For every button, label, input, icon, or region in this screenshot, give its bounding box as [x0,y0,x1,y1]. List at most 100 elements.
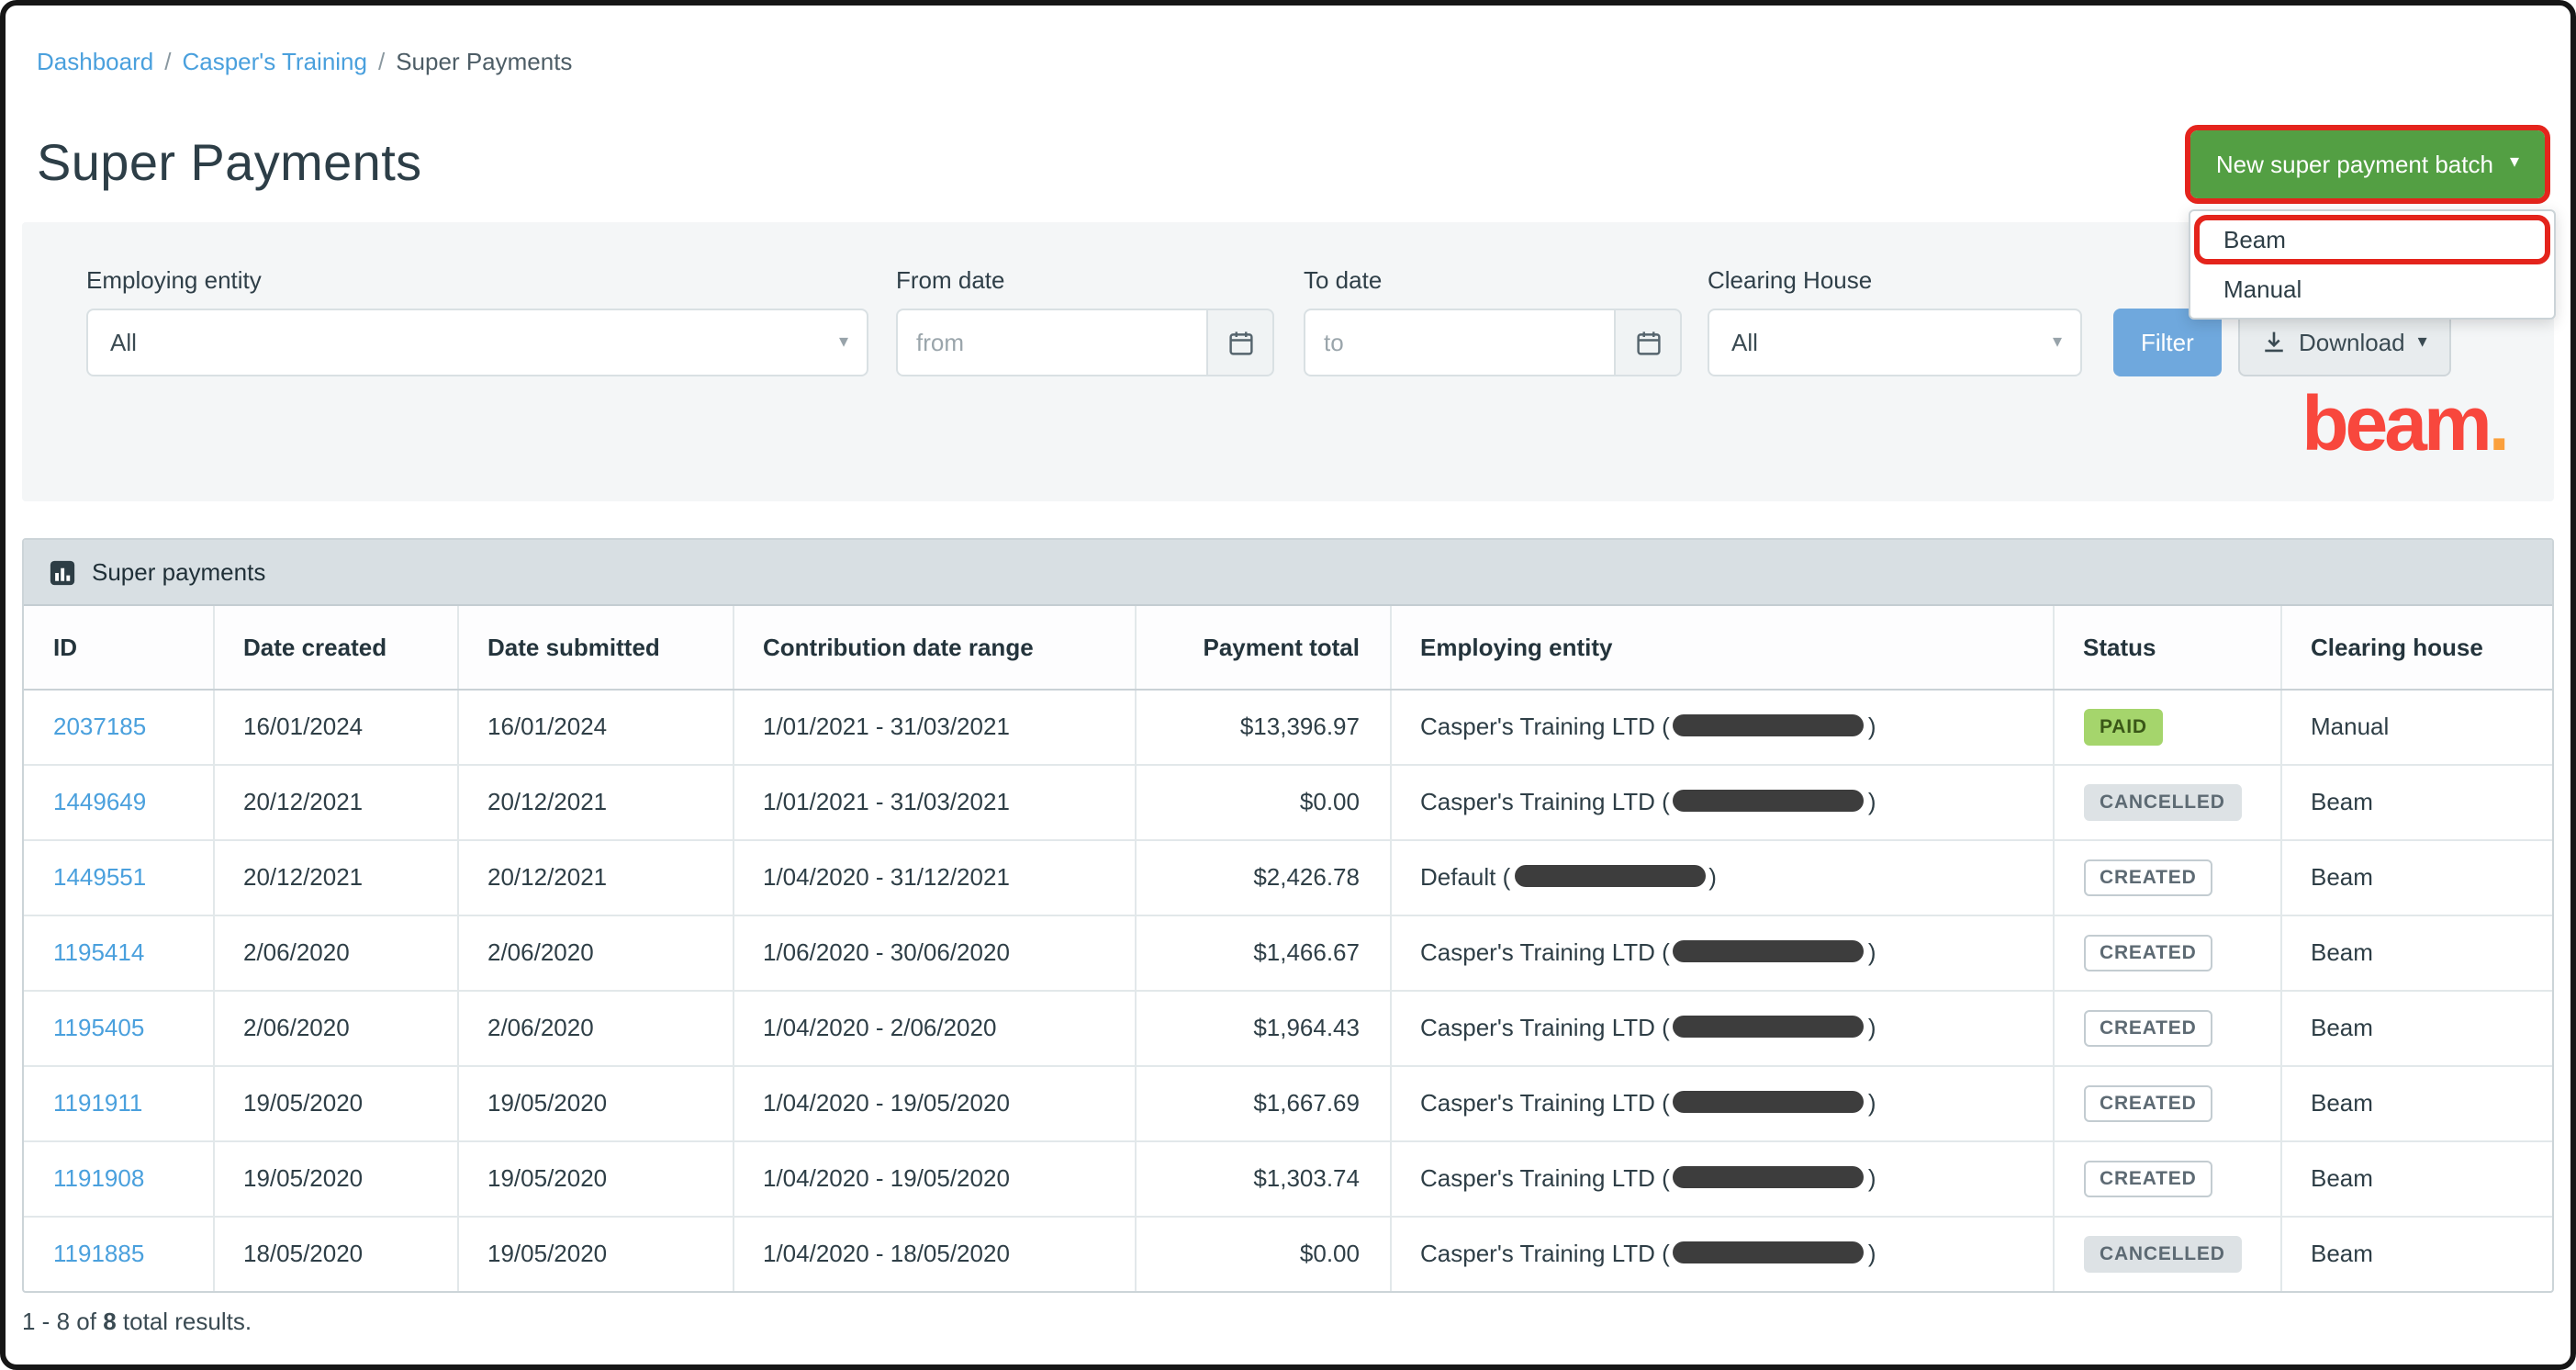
employing-entity-value: All [110,329,137,356]
status-badge: CANCELLED [2083,1236,2242,1273]
entity-text: Casper's Training LTD ( [1420,938,1670,966]
cell-clearing-house: Beam [2280,764,2552,839]
to-date-label: To date [1304,266,1382,294]
bar-chart-icon [50,559,75,585]
status-badge: CREATED [2083,1009,2213,1046]
cell-date-submitted: 20/12/2021 [457,764,733,839]
download-button[interactable]: Download ▾ [2238,309,2451,376]
payment-id-link[interactable]: 1195405 [53,1014,144,1041]
payment-id-link[interactable]: 2037185 [53,713,146,740]
cell-date-created: 16/01/2024 [213,689,457,764]
table-header-row: ID Date created Date submitted Contribut… [24,606,2552,689]
col-header-id: ID [24,606,213,689]
cell-contribution-range: 1/04/2020 - 19/05/2020 [733,1065,1135,1140]
breadcrumb-current: Super Payments [396,48,572,75]
redaction-bar [1674,1242,1865,1264]
cell-employing-entity: Casper's Training LTD () [1390,990,2053,1065]
clearing-house-value: All [1731,329,1758,356]
employing-entity-select[interactable]: All ▾ [86,309,868,376]
cell-date-submitted: 19/05/2020 [457,1065,733,1140]
cell-date-submitted: 20/12/2021 [457,839,733,915]
page: Dashboard/Casper's Training/Super Paymen… [0,0,2576,1370]
cell-date-created: 19/05/2020 [213,1065,457,1140]
cell-date-created: 19/05/2020 [213,1140,457,1216]
table-row: 1449649 20/12/2021 20/12/2021 1/01/2021 … [24,764,2552,839]
entity-text-suffix: ) [1868,713,1876,740]
cell-payment-total: $1,964.43 [1135,990,1390,1065]
cell-contribution-range: 1/01/2021 - 31/03/2021 [733,764,1135,839]
new-batch-wrap: New super payment batch ▾ Beam Manual [2185,124,2550,203]
new-batch-dropdown-menu: Beam Manual [2189,208,2556,319]
calendar-icon [1227,330,1253,355]
filter-panel: Employing entity All ▾ From date To date [22,222,2554,501]
entity-text-suffix: ) [1868,1089,1876,1117]
cell-employing-entity: Casper's Training LTD () [1390,764,2053,839]
cell-employing-entity: Casper's Training LTD () [1390,689,2053,764]
cell-status: CANCELLED [2053,1216,2280,1291]
col-header-employing-entity: Employing entity [1390,606,2053,689]
page-title: Super Payments [37,134,422,193]
cell-contribution-range: 1/04/2020 - 2/06/2020 [733,990,1135,1065]
from-date-input[interactable] [896,309,1206,376]
table-row: 1195414 2/06/2020 2/06/2020 1/06/2020 - … [24,915,2552,990]
table-row: 1191908 19/05/2020 19/05/2020 1/04/2020 … [24,1140,2552,1216]
cell-contribution-range: 1/06/2020 - 30/06/2020 [733,915,1135,990]
col-header-date-submitted: Date submitted [457,606,733,689]
cell-date-submitted: 2/06/2020 [457,915,733,990]
cell-payment-total: $13,396.97 [1135,689,1390,764]
cell-payment-total: $0.00 [1135,1216,1390,1291]
col-header-status: Status [2053,606,2280,689]
clearing-house-select[interactable]: All ▾ [1708,309,2082,376]
cell-clearing-house: Beam [2280,915,2552,990]
col-header-clearing-house: Clearing house [2280,606,2552,689]
breadcrumb-separator: / [164,48,171,75]
payment-id-link[interactable]: 1191908 [53,1164,144,1192]
payment-id-link[interactable]: 1195414 [53,938,144,966]
entity-text: Casper's Training LTD ( [1420,788,1670,815]
entity-text: Casper's Training LTD ( [1420,1164,1670,1192]
download-button-label: Download [2299,329,2405,356]
header-row: Super Payments New super payment batch ▾… [37,127,2550,200]
results-summary-prefix: 1 - 8 of [22,1308,96,1335]
from-date-calendar-button[interactable] [1206,309,1274,376]
cell-date-submitted: 16/01/2024 [457,689,733,764]
status-badge: PAID [2083,708,2164,745]
entity-text-suffix: ) [1868,1164,1876,1192]
results-total-count: 8 [103,1308,116,1335]
chevron-down-icon: ▾ [2418,333,2427,352]
entity-text: Casper's Training LTD ( [1420,713,1670,740]
to-date-calendar-button[interactable] [1614,309,1682,376]
cell-date-created: 20/12/2021 [213,764,457,839]
payment-id-link[interactable]: 1449551 [53,863,146,891]
cell-employing-entity: Casper's Training LTD () [1390,1216,2053,1291]
breadcrumb-link-caspers-training[interactable]: Casper's Training [182,48,367,75]
beam-logo: beam. [2302,380,2506,468]
new-super-payment-batch-button[interactable]: New super payment batch ▾ [2190,129,2545,197]
redaction-bar [1674,1166,1865,1188]
cell-employing-entity: Casper's Training LTD () [1390,1140,2053,1216]
payment-id-link[interactable]: 1449649 [53,788,146,815]
cell-payment-total: $1,667.69 [1135,1065,1390,1140]
table-panel-title: Super payments [92,558,265,586]
filter-button[interactable]: Filter [2113,309,2222,376]
menu-item-beam-label: Beam [2223,225,2286,253]
payment-id-link[interactable]: 1191885 [53,1241,144,1268]
payment-id-link[interactable]: 1191911 [53,1089,142,1117]
cell-date-submitted: 2/06/2020 [457,990,733,1065]
entity-text-suffix: ) [1868,938,1876,966]
table-row: 1191911 19/05/2020 19/05/2020 1/04/2020 … [24,1065,2552,1140]
redaction-bar [1674,790,1865,812]
entity-text-suffix: ) [1868,1241,1876,1268]
cell-date-created: 2/06/2020 [213,915,457,990]
breadcrumb-link-dashboard[interactable]: Dashboard [37,48,153,75]
menu-item-manual[interactable]: Manual [2190,264,2554,313]
cell-clearing-house: Beam [2280,1065,2552,1140]
cell-payment-total: $1,466.67 [1135,915,1390,990]
cell-payment-total: $2,426.78 [1135,839,1390,915]
beam-logo-dot: . [2489,380,2506,466]
chevron-down-icon: ▾ [2510,154,2519,173]
menu-item-beam[interactable]: Beam [2190,214,2554,264]
cell-date-created: 2/06/2020 [213,990,457,1065]
to-date-input[interactable] [1304,309,1614,376]
results-summary: 1 - 8 of 8 total results. [22,1308,2576,1335]
